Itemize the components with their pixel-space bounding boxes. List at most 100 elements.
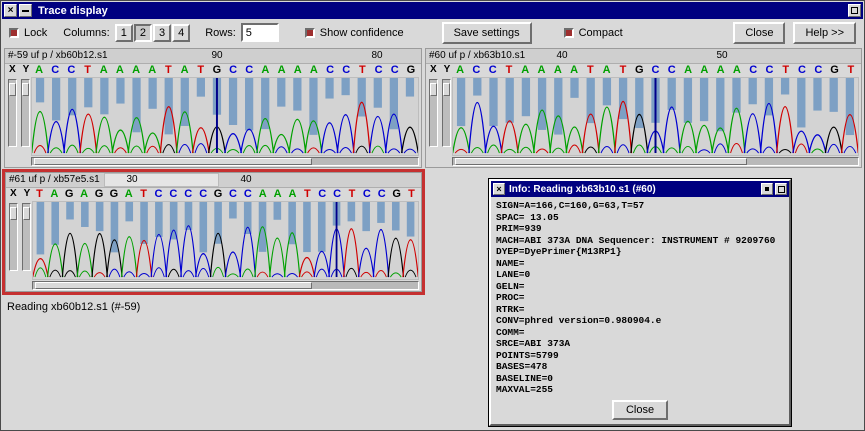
base-letter: T — [619, 64, 627, 76]
x-scale-slider[interactable] — [8, 79, 17, 147]
base-letter: G — [109, 188, 119, 200]
base-letter: T — [140, 188, 147, 200]
x-scale-thumb[interactable] — [9, 83, 16, 96]
ruler-number: 50 — [716, 50, 728, 61]
base-letter: A — [288, 188, 297, 200]
base-letter: A — [35, 64, 44, 76]
ruler-number: 80 — [371, 50, 383, 61]
y-scale-slider[interactable] — [22, 203, 31, 271]
show-confidence-checkbox[interactable]: Show confidence — [304, 26, 404, 39]
chromatogram-trace[interactable] — [31, 77, 419, 156]
base-letter: A — [258, 188, 267, 200]
base-letter: T — [408, 188, 415, 200]
titlebar[interactable]: × Trace display — [2, 2, 863, 19]
y-scale-thumb[interactable] — [443, 83, 450, 96]
base-letter: A — [80, 188, 89, 200]
close-button[interactable]: Close — [733, 21, 786, 44]
base-letter: G — [406, 64, 416, 76]
rows-label: Rows: — [205, 26, 236, 39]
y-scale-thumb[interactable] — [22, 83, 29, 96]
base-letter: C — [245, 64, 254, 76]
window-iconify-icon[interactable] — [19, 4, 32, 17]
ruler-number: 40 — [240, 174, 252, 185]
base-letter: C — [243, 188, 252, 200]
trace-hscrollbar-thumb[interactable] — [455, 158, 747, 165]
chromatogram-trace[interactable] — [32, 201, 419, 280]
base-letter: C — [798, 64, 806, 76]
base-letter: T — [505, 64, 513, 76]
trace-hscrollbar-thumb[interactable] — [35, 282, 313, 289]
columns-3-button[interactable]: 3 — [152, 23, 172, 42]
x-scale-thumb[interactable] — [430, 83, 437, 96]
lock-checkbox[interactable]: Lock — [9, 27, 47, 39]
base-letter: C — [318, 188, 327, 200]
base-letter: C — [374, 64, 383, 76]
help-button[interactable]: Help >> — [793, 21, 856, 44]
info-line: SRCE=ABI 373A — [496, 338, 571, 349]
base-letter: T — [847, 64, 855, 76]
base-letter: T — [197, 64, 205, 76]
base-letter: A — [124, 188, 133, 200]
rows-input[interactable] — [240, 23, 279, 42]
app-window: × Trace display Lock Columns: 1234 Rows:… — [0, 0, 865, 431]
base-letter: C — [228, 188, 237, 200]
info-line: BASELINE=0 — [496, 372, 554, 384]
base-letter: C — [377, 188, 386, 200]
base-letter: C — [765, 64, 774, 76]
info-close-button[interactable]: Close — [611, 400, 669, 420]
window-menu-icon[interactable]: × — [4, 4, 17, 17]
trace-hscrollbar-thumb[interactable] — [34, 158, 312, 165]
x-scale-slider[interactable] — [429, 79, 438, 147]
dialog-menu-icon[interactable]: × — [493, 183, 505, 195]
base-letter: C — [472, 64, 481, 76]
ruler-number: 30 — [126, 174, 138, 185]
show-confidence-label: Show confidence — [319, 26, 404, 39]
base-letter: T — [165, 64, 172, 76]
base-letter: A — [602, 64, 611, 76]
base-letter: C — [326, 64, 335, 76]
chromatogram-trace[interactable] — [452, 77, 859, 156]
info-line: GELN= — [496, 280, 525, 292]
ruler-number: 40 — [556, 50, 568, 61]
info-lines: SIGN=A=166,C=160,G=63,T=57 SPAC= 13.05 PRI… — [491, 197, 789, 399]
dialog-iconify-icon[interactable] — [761, 183, 773, 195]
dialog-maximize-icon[interactable] — [775, 183, 787, 195]
base-letter: C — [229, 64, 238, 76]
base-letter: G — [212, 64, 222, 76]
columns-2-button[interactable]: 2 — [133, 23, 152, 42]
base-letter: G — [634, 64, 644, 76]
x-scale-slider[interactable] — [9, 203, 18, 271]
panel-header: #61 uf p / xb57e5.s1 30 40 — [6, 173, 421, 188]
save-settings-button[interactable]: Save settings — [441, 21, 532, 44]
panel-scale-controls: X Y — [5, 64, 31, 167]
base-letter: G — [64, 188, 74, 200]
columns-4-button[interactable]: 4 — [172, 23, 191, 42]
toolbar: Lock Columns: 1234 Rows: Show confidence… — [2, 19, 863, 46]
compact-indicator — [563, 27, 574, 38]
columns-buttons: 1234 — [114, 23, 192, 42]
y-scale-slider[interactable] — [21, 79, 30, 147]
y-scale-thumb[interactable] — [23, 207, 30, 220]
panel-title: #61 uf p / xb57e5.s1 — [9, 174, 100, 185]
trace-hscrollbar[interactable] — [452, 157, 859, 166]
base-letter: A — [261, 64, 270, 76]
panel-title: #60 uf p / xb63b10.s1 — [429, 50, 526, 61]
trace-hscrollbar[interactable] — [32, 281, 419, 290]
compact-checkbox[interactable]: Compact — [563, 26, 623, 39]
trace-hscrollbar[interactable] — [31, 157, 419, 166]
base-letter: A — [277, 64, 286, 76]
base-letter: A — [684, 64, 693, 76]
base-letter: A — [115, 64, 124, 76]
x-scale-thumb[interactable] — [10, 207, 17, 220]
info-dialog-titlebar[interactable]: × Info: Reading xb63b10.s1 (#60) — [491, 181, 789, 197]
info-line: CONV=phred version=0.980904.e — [496, 315, 662, 326]
base-letter: G — [392, 188, 401, 200]
columns-1-button[interactable]: 1 — [114, 23, 133, 42]
compact-label: Compact — [578, 26, 623, 39]
panel-scale-controls: X Y — [6, 188, 32, 291]
window-title: Trace display — [38, 4, 108, 17]
base-letter: A — [293, 64, 302, 76]
window-maximize-icon[interactable] — [848, 4, 861, 17]
y-scale-slider[interactable] — [442, 79, 451, 147]
base-letter: A — [700, 64, 709, 76]
